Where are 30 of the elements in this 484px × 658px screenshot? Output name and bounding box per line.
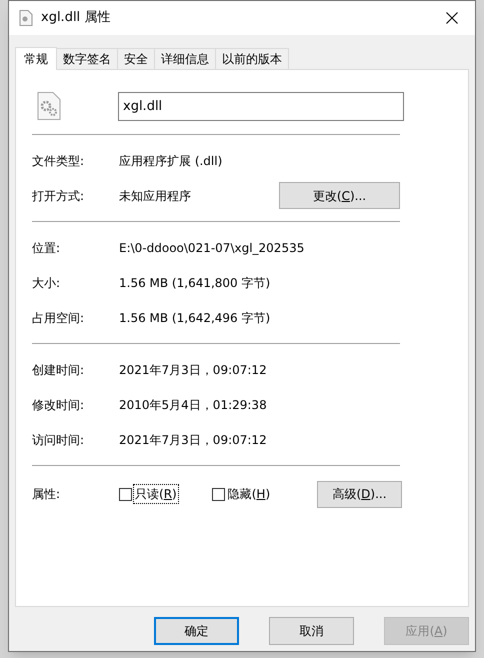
field-value: 应用程序扩展 (.dll) [119, 152, 222, 170]
field-value: 1.56 MB (1,642,496 字节) [119, 310, 270, 326]
checkbox[interactable] [212, 488, 225, 500]
attributes-label: 属性: [32, 486, 62, 503]
tab[interactable]: 以前的版本 [215, 48, 289, 69]
field-label: 位置: [32, 240, 62, 256]
dialog-button[interactable]: 取消 [269, 617, 354, 645]
checkbox-label[interactable]: 只读(R) [134, 485, 178, 503]
field-label: 占用空间: [32, 310, 86, 326]
field-value: 2021年7月3日，09:07:12 [119, 432, 267, 448]
field-label: 大小: [32, 274, 62, 292]
field-value: 1.56 MB (1,641,800 字节) [119, 274, 270, 292]
field-label: 打开方式: [32, 188, 86, 204]
field-value: 2010年5月4日，01:29:38 [119, 396, 267, 414]
file-name-field[interactable]: xgl.dll [118, 92, 404, 120]
field-label: 创建时间: [32, 362, 86, 378]
dialog-button[interactable]: 确定 [154, 617, 239, 645]
tab[interactable]: 常规 [15, 47, 57, 70]
field-value: 2021年7月3日，09:07:12 [119, 362, 267, 378]
close-icon [446, 12, 458, 24]
field-label: 访问时间: [32, 432, 86, 448]
field-value: E:\0-ddooo\021-07\xgl_202535 [119, 240, 304, 256]
checkbox-label[interactable]: 隐藏(H) [226, 485, 272, 503]
checkbox[interactable] [119, 488, 132, 500]
change-button[interactable]: 更改(C)... [279, 182, 400, 209]
window-title: xgl.dll 属性 [41, 9, 110, 28]
field-value: 未知应用程序 [119, 188, 191, 204]
field-label: 文件类型: [32, 152, 86, 170]
field-label: 修改时间: [32, 396, 86, 414]
advanced-button[interactable]: 高级(D)... [317, 480, 402, 508]
